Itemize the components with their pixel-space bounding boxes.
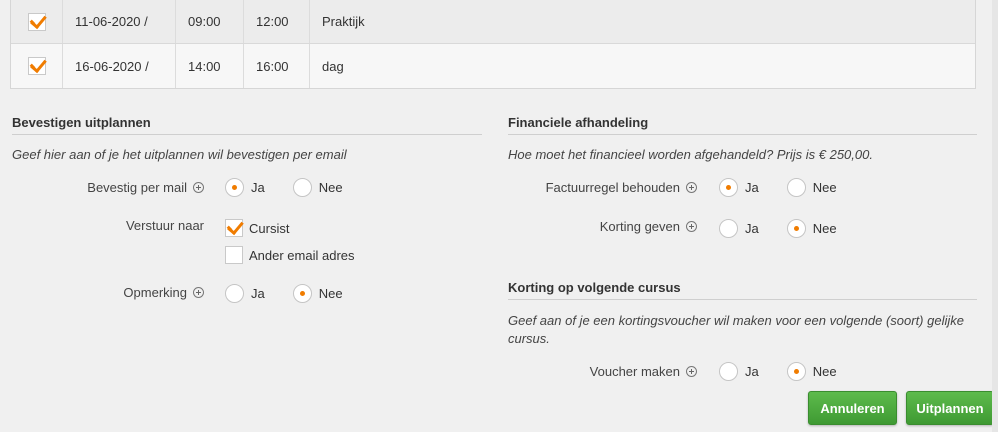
radio-nee[interactable] [292, 284, 312, 303]
other-email-checkbox-line[interactable]: Ander email adres [225, 246, 355, 264]
plan-out-button[interactable]: Uitplannen [906, 391, 994, 425]
remark-label: Opmerking [40, 283, 204, 301]
radio-nee-label: Nee [812, 364, 837, 379]
radio-ja[interactable] [225, 178, 244, 197]
invoice-radio-group: Ja Nee [719, 178, 865, 197]
info-plus-icon[interactable] [193, 181, 204, 193]
cursist-label: Cursist [249, 220, 290, 236]
finance-section-title: Financiele afhandeling [508, 115, 977, 135]
confirm-section-title: Bevestigen uitplannen [12, 115, 482, 135]
cancel-button[interactable]: Annuleren [808, 391, 897, 425]
invoice-line-label: Factuurregel behouden [500, 178, 697, 196]
other-email-label: Ander email adres [249, 247, 355, 263]
radio-ja-label: Ja [745, 221, 759, 236]
confirm-mail-label: Bevestig per mail [40, 178, 204, 196]
date-cell: 16-06-2020 / [63, 44, 176, 88]
end-time-cell: 16:00 [244, 44, 310, 88]
table-row: 16-06-2020 / 14:00 16:00 dag [11, 44, 975, 88]
voucher-hint: Geef aan of je een kortingsvoucher wil m… [508, 313, 964, 346]
radio-nee[interactable] [786, 178, 806, 197]
scrollbar[interactable] [992, 0, 998, 432]
send-to-label-text: Verstuur naar [125, 217, 204, 233]
discount-label: Korting geven [500, 217, 697, 235]
radio-option-nee[interactable]: Nee [786, 219, 837, 238]
discount-label-text: Korting geven [599, 218, 680, 234]
radio-option-ja[interactable]: Ja [719, 362, 759, 381]
description-cell: dag [322, 58, 344, 74]
radio-ja-label: Ja [745, 180, 759, 195]
info-plus-icon[interactable] [686, 365, 697, 377]
discount-radio-group: Ja Nee [719, 219, 865, 238]
radio-nee-label: Nee [812, 221, 837, 236]
confirm-mail-radio-group: Ja Nee [225, 178, 371, 197]
info-plus-icon[interactable] [686, 220, 697, 232]
radio-option-ja[interactable]: Ja [719, 219, 759, 238]
session-table: 11-06-2020 / 09:00 12:00 Praktijk 16-06-… [10, 0, 976, 89]
radio-ja[interactable] [719, 178, 738, 197]
finance-hint: Hoe moet het financieel worden afgehande… [508, 147, 873, 162]
row-checkbox-cell [11, 0, 63, 43]
radio-option-nee[interactable]: Nee [786, 178, 837, 197]
radio-option-nee[interactable]: Nee [292, 284, 343, 303]
radio-option-nee[interactable]: Nee [292, 178, 343, 197]
radio-nee-label: Nee [812, 180, 837, 195]
row-checkbox[interactable] [27, 57, 46, 75]
voucher-label-text: Voucher maken [589, 363, 680, 379]
invoice-line-label-text: Factuurregel behouden [545, 179, 680, 195]
remark-label-text: Opmerking [123, 284, 187, 300]
end-time-cell: 12:00 [244, 0, 310, 43]
radio-option-ja[interactable]: Ja [225, 178, 265, 197]
cursist-checkbox[interactable] [225, 219, 243, 237]
table-row: 11-06-2020 / 09:00 12:00 Praktijk [11, 0, 975, 44]
radio-nee[interactable] [786, 219, 806, 238]
radio-nee[interactable] [292, 178, 312, 197]
radio-option-ja[interactable]: Ja [719, 178, 759, 197]
info-plus-icon[interactable] [193, 286, 204, 298]
radio-nee[interactable] [786, 362, 806, 381]
start-time-cell: 14:00 [176, 44, 244, 88]
radio-ja-label: Ja [251, 286, 265, 301]
radio-ja[interactable] [719, 219, 738, 238]
radio-option-ja[interactable]: Ja [225, 284, 265, 303]
send-to-label: Verstuur naar [40, 216, 204, 234]
cursist-checkbox-line[interactable]: Cursist [225, 219, 289, 237]
remark-radio-group: Ja Nee [225, 284, 371, 303]
radio-option-nee[interactable]: Nee [786, 362, 837, 381]
description-cell: Praktijk [322, 14, 365, 29]
row-checkbox[interactable] [27, 12, 46, 31]
confirm-mail-label-text: Bevestig per mail [87, 179, 187, 195]
radio-ja-label: Ja [251, 180, 265, 195]
start-time-cell: 09:00 [176, 0, 244, 43]
other-email-checkbox[interactable] [225, 246, 243, 264]
radio-ja[interactable] [719, 362, 738, 381]
radio-ja[interactable] [225, 284, 244, 303]
date-cell: 11-06-2020 / [63, 0, 176, 43]
radio-nee-label: Nee [318, 286, 343, 301]
voucher-label: Voucher maken [500, 362, 697, 380]
row-checkbox-cell [11, 44, 63, 88]
confirm-hint: Geef hier aan of je het uitplannen wil b… [12, 147, 347, 162]
radio-nee-label: Nee [318, 180, 343, 195]
radio-ja-label: Ja [745, 364, 759, 379]
info-plus-icon[interactable] [686, 181, 697, 193]
voucher-section-title: Korting op volgende cursus [508, 280, 977, 300]
voucher-radio-group: Ja Nee [719, 362, 865, 381]
